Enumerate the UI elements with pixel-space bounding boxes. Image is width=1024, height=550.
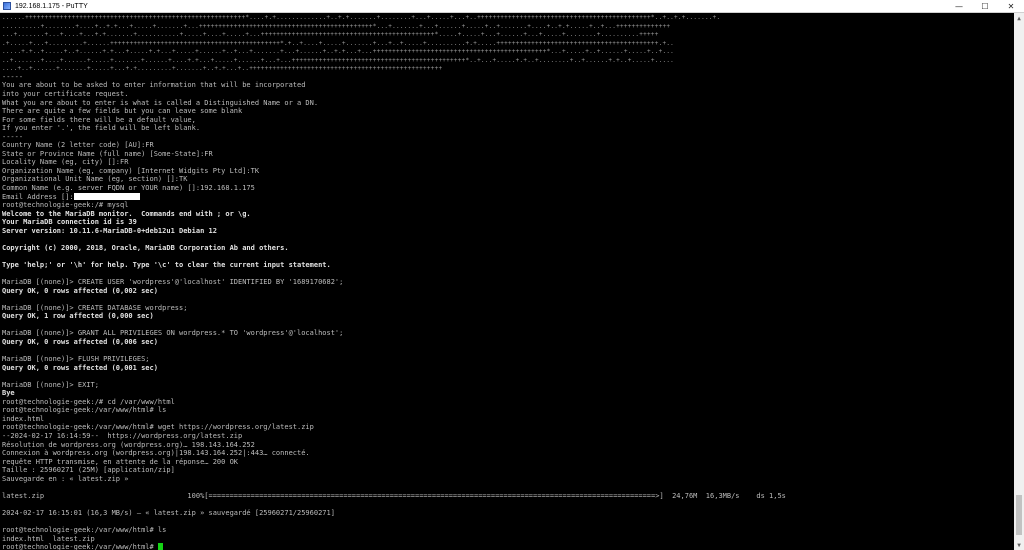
terminal-line-text: .+.....+...+.........+......++++++++++++…	[2, 39, 675, 47]
terminal-line-text: into your certificate request.	[2, 89, 129, 98]
terminal-line-text: Welcome to the MariaDB monitor. Commands…	[2, 209, 251, 218]
terminal-line-text: What you are about to enter is what is c…	[2, 98, 319, 107]
terminal-line-text: ..+.......+....+......+.....+.......+...…	[2, 56, 675, 64]
window-controls: — ☐ ✕	[946, 0, 1024, 12]
terminal-line-text: Query OK, 0 rows affected (0,001 sec)	[2, 363, 158, 372]
terminal-line: latest.zip 100%[========================…	[2, 492, 786, 501]
window-title-bar[interactable]: 192.168.1.175 - PuTTY — ☐ ✕	[0, 0, 1024, 13]
terminal-line-text: -----	[2, 72, 24, 81]
terminal-line-text: Country Name (2 letter code) [AU]:FR	[2, 141, 154, 150]
terminal-line-text: Query OK, 0 rows affected (0,002 sec)	[2, 286, 158, 295]
terminal-line-text: Organization Name (eg, company) [Interne…	[2, 166, 260, 175]
terminal-line: Server version: 10.11.6-MariaDB-0+deb12u…	[2, 227, 217, 236]
terminal-line-text: root@technologie-geek:/var/www/html# ls	[2, 406, 167, 415]
terminal-line-text: Connexion à wordpress.org (wordpress.org…	[2, 449, 310, 458]
terminal-line-text: Sauvegarde en : « latest.zip »	[2, 474, 129, 483]
terminal-line-text: root@technologie-geek:/# cd /var/www/htm…	[2, 397, 175, 406]
window-title: 192.168.1.175 - PuTTY	[15, 2, 88, 10]
terminal-line-text: ......++++++++++++++++++++++++++++++++++…	[2, 14, 721, 21]
terminal-line-text: Locality Name (eg, city) []:FR	[2, 158, 129, 167]
close-button[interactable]: ✕	[998, 0, 1024, 12]
terminal-line-text: -----	[2, 132, 24, 141]
terminal-line-text: You are about to be asked to enter infor…	[2, 81, 306, 90]
terminal-line-text: Server version: 10.11.6-MariaDB-0+deb12u…	[2, 226, 217, 235]
terminal-line-text: MariaDB [(none)]> CREATE DATABASE wordpr…	[2, 303, 188, 312]
vertical-scrollbar[interactable]: ▲ ▼	[1014, 13, 1024, 550]
terminal-line: Query OK, 0 rows affected (0,001 sec)	[2, 364, 158, 373]
terminal-line-text: root@technologie-geek:/var/www/html#	[2, 543, 158, 550]
terminal-line-text: 2024-02-17 16:15:01 (16,3 MB/s) — « late…	[2, 508, 335, 517]
maximize-button[interactable]: ☐	[972, 0, 998, 12]
terminal-line-text: MariaDB [(none)]> GRANT ALL PRIVILEGES O…	[2, 329, 344, 338]
terminal-line-text: State or Province Name (full name) [Some…	[2, 149, 213, 158]
terminal-line: Query OK, 1 row affected (0,000 sec)	[2, 312, 154, 321]
terminal-line-text: Type 'help;' or '\h' for help. Type '\c'…	[2, 260, 331, 269]
scrollbar-thumb[interactable]	[1016, 495, 1022, 535]
terminal-line-text: ...+.......+...+....+...+.+.......+.....…	[2, 31, 659, 39]
terminal-line: Type 'help;' or '\h' for help. Type '\c'…	[2, 261, 331, 270]
terminal-line: Copyright (c) 2000, 2018, Oracle, MariaD…	[2, 244, 289, 253]
terminal-line-text: ....+..+......+.......+.....+...+.+.....…	[2, 65, 443, 73]
terminal-line-text: Résolution de wordpress.org (wordpress.o…	[2, 440, 255, 449]
terminal-output[interactable]: ......++++++++++++++++++++++++++++++++++…	[0, 13, 1014, 550]
terminal-line-text: root@technologie-geek:/var/www/html# wge…	[2, 423, 314, 432]
terminal-line: MariaDB [(none)]> EXIT;	[2, 381, 99, 390]
terminal-cursor	[157, 543, 163, 550]
terminal-line-text: root@technologie-geek:/# mysql	[2, 201, 129, 210]
terminal-line-text: Taille : 25960271 (25M) [application/zip…	[2, 466, 175, 475]
terminal-line-text: Your MariaDB connection id is 39	[2, 218, 137, 227]
terminal-line-text: MariaDB [(none)]> EXIT;	[2, 380, 99, 389]
terminal-line-text: latest.zip 100%[========================…	[2, 491, 786, 500]
terminal-line-text: Bye	[2, 389, 15, 398]
terminal-line-text: Common Name (e.g. server FQDN or YOUR na…	[2, 184, 255, 192]
terminal-line: ....+..+......+.......+.....+...+.+.....…	[2, 64, 442, 73]
terminal-line-text: .....+.+..+.....+..+......+.+...+.....+.…	[2, 48, 675, 56]
terminal-line-text: --2024-02-17 16:14:59-- https://wordpres…	[2, 431, 243, 440]
terminal-line-text: If you enter '.', the field will be left…	[2, 124, 201, 133]
terminal-line-text: index.html latest.zip	[2, 534, 95, 543]
terminal-line-text: MariaDB [(none)]> CREATE USER 'wordpress…	[2, 278, 344, 287]
minimize-button[interactable]: —	[946, 0, 972, 12]
terminal-line: Sauvegarde en : « latest.zip »	[2, 475, 128, 484]
terminal-line-text: requête HTTP transmise, en attente de la…	[2, 457, 239, 466]
terminal-line-text: Query OK, 0 rows affected (0,006 sec)	[2, 337, 158, 346]
terminal-line-text: index.html	[2, 414, 45, 423]
terminal-line: 2024-02-17 16:15:01 (16,3 MB/s) — « late…	[2, 509, 335, 518]
terminal-line-text: Query OK, 1 row affected (0,000 sec)	[2, 312, 154, 321]
terminal-line-text: ..........+........+....+..+.+...+.....+…	[2, 22, 671, 30]
terminal-line-text: There are quite a few fields but you can…	[2, 107, 243, 116]
terminal-line-text: Organizational Unit Name (eg, section) […	[2, 175, 188, 184]
terminal-line: Query OK, 0 rows affected (0,002 sec)	[2, 287, 158, 296]
scroll-down-arrow[interactable]: ▼	[1014, 540, 1024, 550]
terminal-line-text: root@technologie-geek:/var/www/html# ls	[2, 526, 167, 534]
scroll-up-arrow[interactable]: ▲	[1014, 13, 1024, 23]
terminal-line-text: Email Address []:	[2, 192, 74, 201]
putty-icon	[3, 2, 11, 10]
terminal-line: If you enter '.', the field will be left…	[2, 124, 200, 133]
redacted-email-block	[73, 192, 140, 200]
terminal-line-text: For some fields there will be a default …	[2, 115, 196, 124]
terminal-line-text: Copyright (c) 2000, 2018, Oracle, MariaD…	[2, 243, 289, 252]
terminal-line: Query OK, 0 rows affected (0,006 sec)	[2, 338, 158, 347]
terminal-line-text: MariaDB [(none)]> FLUSH PRIVILEGES;	[2, 355, 150, 363]
terminal-line: root@technologie-geek:/var/www/html#	[2, 543, 163, 550]
